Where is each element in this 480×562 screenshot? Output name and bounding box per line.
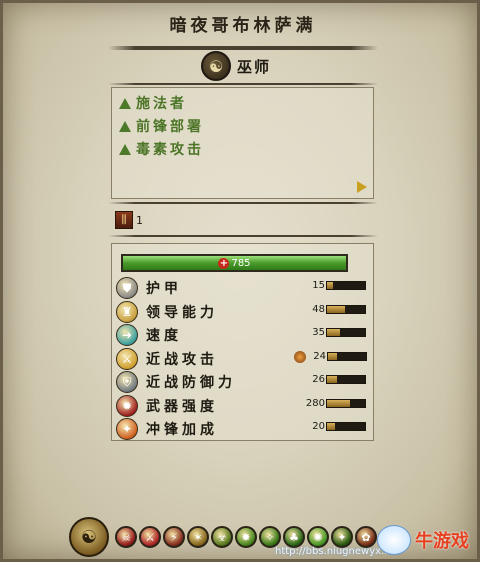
ability-icon-4[interactable]: ✶ <box>187 526 209 548</box>
stat-label: 护甲 <box>146 281 182 297</box>
stat-bar <box>326 304 366 314</box>
stat-row[interactable]: ⛊ 护甲 15 <box>116 277 376 299</box>
health-bar: + 785 <box>121 254 348 272</box>
stat-value: 15 <box>312 280 325 291</box>
stat-bar <box>326 422 366 431</box>
leadership-icon: ♜ <box>116 300 138 323</box>
stat-label: 冲锋加成 <box>146 422 218 438</box>
stat-row[interactable]: ⚔ 近战攻击 24 <box>116 347 376 370</box>
red-cross-icon: + <box>218 257 230 269</box>
stat-row[interactable]: ➜ 速度 35 <box>116 324 376 346</box>
stat-bar-fill <box>327 329 341 336</box>
ability-label: 毒素攻击 <box>136 142 204 158</box>
health-value: 785 <box>231 257 251 269</box>
stat-value-group: 20 <box>294 421 366 432</box>
melee-defence-icon: ⛨ <box>116 371 138 393</box>
ability-icon-8[interactable]: ♣ <box>283 526 305 548</box>
stat-label: 领导能力 <box>146 304 218 321</box>
unit-stack-icon: ⫼ <box>115 211 133 229</box>
stat-label: 速度 <box>146 328 182 344</box>
stat-bar-fill <box>327 423 335 430</box>
unit-class: ☯ 巫师 <box>201 51 271 81</box>
stat-bar <box>327 352 367 361</box>
unit-count-value: 1 <box>136 213 143 227</box>
stat-row[interactable]: ⛨ 近战防御力 26 <box>116 371 376 393</box>
stat-bar <box>326 281 366 290</box>
stat-bar <box>326 398 366 408</box>
stat-bar <box>326 328 366 337</box>
melee-attack-icon: ⚔ <box>116 347 138 370</box>
ability-icon-5[interactable]: ☣ <box>211 526 233 548</box>
stat-value: 20 <box>312 421 325 432</box>
stat-value: 26 <box>312 374 325 385</box>
stat-value-group: 35 <box>294 327 366 338</box>
stat-value: 24 <box>313 351 326 362</box>
stat-row[interactable]: ✹ 武器强度 280 <box>116 394 376 417</box>
green-triangle-icon <box>119 120 131 132</box>
faction-emblem-icon[interactable]: ☯ <box>69 517 109 557</box>
ability-icon-10[interactable]: ✦ <box>331 526 353 548</box>
charge-bonus-icon: ✦ <box>116 418 138 440</box>
ability-icon-11[interactable]: ✿ <box>355 526 377 548</box>
shaman-emblem-icon: ☯ <box>201 51 231 81</box>
watermark-brand: 牛游戏 <box>415 531 469 552</box>
stat-bar-fill <box>328 353 338 360</box>
stat-value: 35 <box>312 327 325 338</box>
divider-class <box>108 83 378 85</box>
stat-bar <box>326 375 366 384</box>
ability-icon-2[interactable]: ⚔ <box>139 526 161 548</box>
next-arrow-icon[interactable] <box>357 181 367 193</box>
ability-item[interactable]: 施法者 <box>119 93 187 113</box>
ability-icon-1[interactable]: ☠ <box>115 526 137 548</box>
watermark: 牛游戏 <box>377 525 469 555</box>
stat-label: 近战攻击 <box>146 351 218 368</box>
stat-value-group: 26 <box>294 374 366 385</box>
stat-value: 280 <box>305 397 325 409</box>
stat-bar-fill <box>327 376 337 383</box>
stat-label: 武器强度 <box>146 398 218 415</box>
stat-value-group: 48 <box>294 304 366 315</box>
ability-icon-7[interactable]: ✧ <box>259 526 281 548</box>
stat-row[interactable]: ✦ 冲锋加成 20 <box>116 418 376 440</box>
stat-value-group: 15 <box>294 280 366 291</box>
stat-value: 48 <box>312 303 325 315</box>
divider-count <box>108 235 378 237</box>
ability-icon-6[interactable]: ✸ <box>235 526 257 548</box>
stat-bar-fill <box>327 282 333 289</box>
ability-item[interactable]: 前锋部署 <box>119 116 204 136</box>
armor-icon: ⛊ <box>116 277 138 299</box>
unit-count: ⫼ 1 <box>115 210 143 230</box>
ability-item[interactable]: 毒素攻击 <box>119 139 204 159</box>
stat-bar-fill <box>327 305 346 313</box>
fire-damage-icon <box>294 350 306 363</box>
ability-label: 前锋部署 <box>136 119 204 135</box>
ability-icon-9[interactable]: ✺ <box>307 526 329 548</box>
divider-top <box>108 46 378 50</box>
stat-label: 近战防御力 <box>146 375 236 391</box>
weapon-strength-icon: ✹ <box>116 394 138 417</box>
stat-value-group: 280 <box>294 398 366 409</box>
speed-arrow-icon: ➜ <box>116 324 138 346</box>
divider-abilities <box>108 202 378 204</box>
stat-row[interactable]: ♜ 领导能力 48 <box>116 300 376 323</box>
watermark-logo <box>377 525 411 555</box>
green-triangle-icon <box>119 97 131 109</box>
stat-bar-fill <box>327 399 350 407</box>
ability-icon-3[interactable]: ⚡ <box>163 526 185 548</box>
unit-card: 暗夜哥布林萨满 ☯ 巫师 施法者 前锋部署 毒素攻击 ⫼ 1 + 785 ⛊ 护甲… <box>0 0 480 562</box>
ability-label: 施法者 <box>136 96 187 112</box>
green-triangle-icon <box>119 143 131 155</box>
stat-value-group: 24 <box>294 350 367 363</box>
class-name: 巫师 <box>237 57 272 76</box>
unit-title: 暗夜哥布林萨满 <box>169 16 317 36</box>
